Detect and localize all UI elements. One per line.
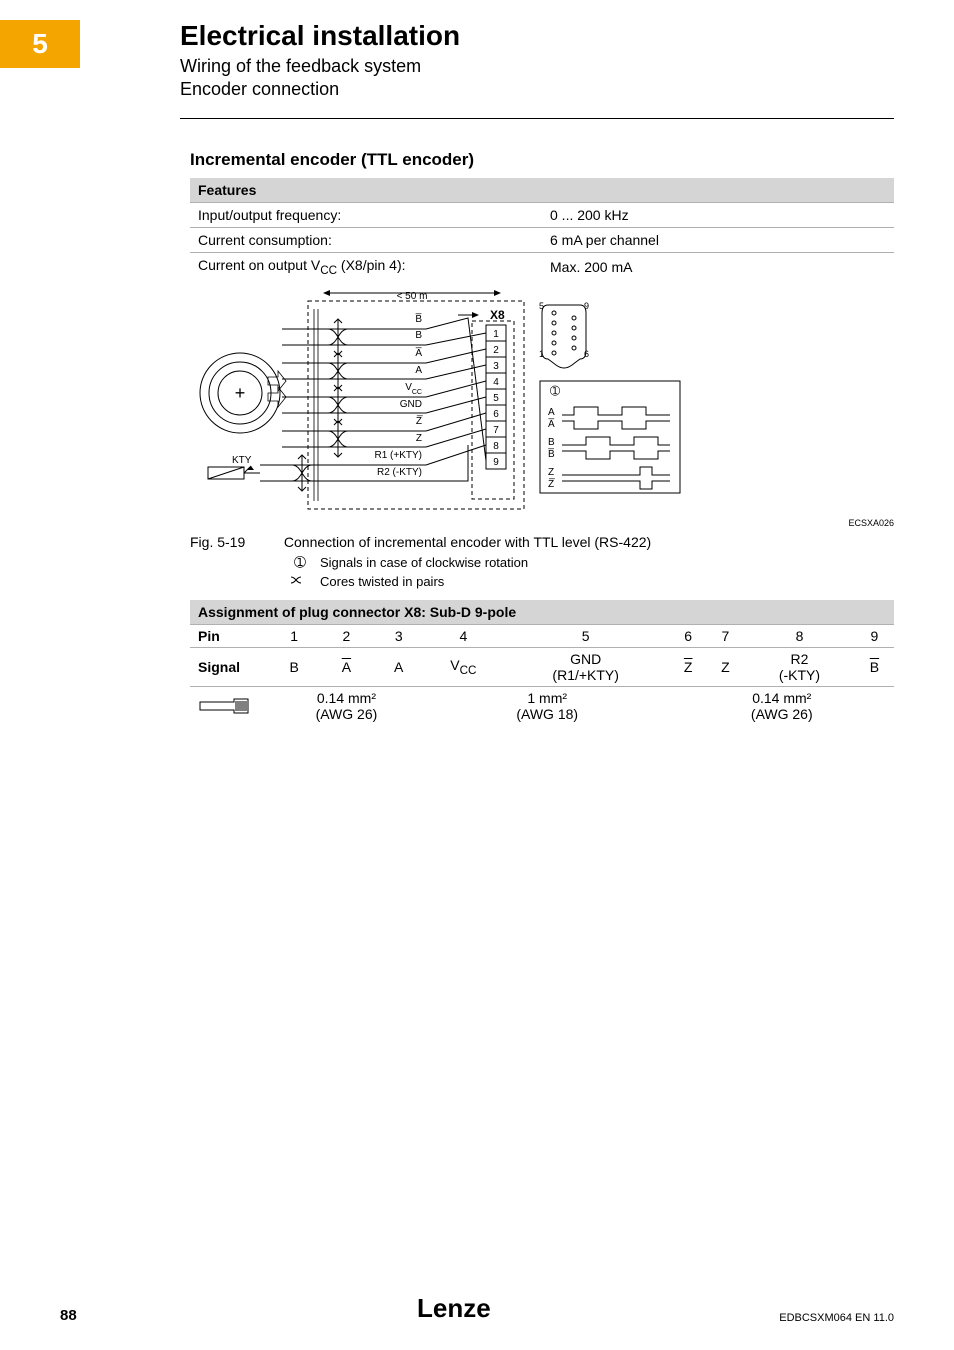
assignment-table: Assignment of plug connector X8: Sub-D 9… — [190, 600, 894, 725]
pin-cell: 9 — [855, 625, 894, 648]
kty-label: KTY — [232, 455, 252, 466]
cable-spec-cell: 0.14 mm²(AWG 26) — [670, 687, 894, 726]
feature-label: Current consumption: — [190, 228, 542, 253]
page-heading: Electrical installation Wiring of the fe… — [180, 20, 460, 100]
document-id: EDBCSXM064 EN 11.0 — [779, 1312, 894, 1324]
signal-cell: B — [855, 648, 894, 687]
signal-cell: R2(-KTY) — [744, 648, 855, 687]
figure-caption-text: Connection of incremental encoder with T… — [284, 534, 651, 550]
svg-text:9: 9 — [584, 301, 589, 311]
svg-text:A: A — [548, 407, 555, 418]
wave-marker: ➀ — [550, 384, 560, 398]
svg-text:8: 8 — [493, 441, 499, 452]
brand-logo: Lenze — [417, 1293, 537, 1328]
table-row: Input/output frequency: 0 ... 200 kHz — [190, 203, 894, 228]
svg-text:1: 1 — [493, 329, 499, 340]
page-footer: 88 Lenze EDBCSXM064 EN 11.0 — [0, 1294, 954, 1324]
svg-text:6: 6 — [584, 349, 589, 359]
feature-value: 0 ... 200 kHz — [542, 203, 894, 228]
figure-caption: Fig. 5-19 Connection of incremental enco… — [190, 534, 651, 550]
chapter-title: Electrical installation — [180, 20, 460, 52]
svg-text:Z: Z — [416, 433, 422, 444]
svg-text:Z: Z — [548, 467, 554, 478]
signal-cell: A — [373, 648, 425, 687]
legend-text-1: Signals in case of clockwise rotation — [320, 555, 528, 570]
section-title: Incremental encoder (TTL encoder) — [190, 150, 474, 170]
svg-text:Lenze: Lenze — [417, 1293, 491, 1323]
table-row: Current on output VCC (X8/pin 4): Max. 2… — [190, 253, 894, 281]
signal-cell: A — [320, 648, 372, 687]
connector-label: X8 — [490, 308, 505, 322]
feature-value: 6 mA per channel — [542, 228, 894, 253]
chapter-number-tab: 5 — [0, 20, 80, 68]
svg-text:7: 7 — [493, 425, 499, 436]
pin-cell: 7 — [707, 625, 744, 648]
features-table: Features Input/output frequency: 0 ... 2… — [190, 178, 894, 281]
signal-cell: B — [268, 648, 320, 687]
feature-label: Input/output frequency: — [190, 203, 542, 228]
svg-text:Z̅: Z̅ — [416, 415, 423, 427]
subheading-1: Wiring of the feedback system — [180, 56, 460, 77]
svg-text:3: 3 — [493, 361, 499, 372]
pin-cell: 2 — [320, 625, 372, 648]
svg-text:A̅: A̅ — [415, 347, 422, 359]
pin-cell: 6 — [670, 625, 707, 648]
signal-cell: Z — [670, 648, 707, 687]
subheading-2: Encoder connection — [180, 79, 460, 100]
cable-spec-cell: 0.14 mm²(AWG 26) — [268, 687, 425, 726]
feature-label: Current on output VCC (X8/pin 4): — [190, 253, 542, 281]
svg-text:5: 5 — [493, 393, 499, 404]
svg-text:B: B — [415, 330, 422, 341]
svg-text:6: 6 — [493, 409, 499, 420]
pin-cell: 1 — [268, 625, 320, 648]
cable-spec-cell: 1 mm²(AWG 18) — [425, 687, 670, 726]
features-header: Features — [190, 178, 894, 203]
table-row: Pin 1 2 3 4 5 6 7 8 9 — [190, 625, 894, 648]
assignment-header: Assignment of plug connector X8: Sub-D 9… — [190, 600, 894, 625]
signal-cell: GND(R1/+KTY) — [502, 648, 670, 687]
legend-symbol-1: ➀ — [290, 554, 310, 571]
table-row: 0.14 mm²(AWG 26) 1 mm²(AWG 18) 0.14 mm²(… — [190, 687, 894, 726]
svg-text:GND: GND — [400, 399, 422, 410]
svg-text:B̅: B̅ — [548, 448, 555, 460]
heading-rule — [180, 118, 894, 119]
pin-row-label: Pin — [190, 625, 268, 648]
svg-text:VCC: VCC — [405, 382, 422, 396]
feature-value: Max. 200 mA — [542, 253, 894, 281]
encoder-plus: + — [235, 383, 246, 403]
signal-cell: Z — [707, 648, 744, 687]
pin-cell: 3 — [373, 625, 425, 648]
table-row: Current consumption: 6 mA per channel — [190, 228, 894, 253]
svg-text:B: B — [548, 437, 555, 448]
cable-icon — [190, 687, 268, 726]
figure-code: ECSXA026 — [848, 518, 894, 528]
svg-text:R2 (-KTY): R2 (-KTY) — [377, 467, 422, 478]
svg-text:5: 5 — [539, 301, 544, 311]
pin-cell: 8 — [744, 625, 855, 648]
svg-text:A: A — [415, 365, 422, 376]
length-label: < 50 m — [397, 291, 428, 302]
svg-text:A̅: A̅ — [548, 418, 555, 430]
figure-legend: ➀ Signals in case of clockwise rotation … — [290, 554, 528, 591]
signal-row-label: Signal — [190, 648, 268, 687]
svg-text:2: 2 — [493, 345, 499, 356]
svg-text:9: 9 — [493, 457, 499, 468]
legend-text-2: Cores twisted in pairs — [320, 574, 444, 589]
figure-number: Fig. 5-19 — [190, 534, 280, 550]
svg-text:Z̅: Z̅ — [548, 478, 555, 490]
table-row: Signal B A A VCC GND(R1/+KTY) Z Z R2(-KT… — [190, 648, 894, 687]
svg-text:1: 1 — [539, 349, 544, 359]
signal-cell: VCC — [425, 648, 502, 687]
svg-text:B̅: B̅ — [415, 313, 422, 325]
twist-icon — [290, 573, 310, 589]
svg-text:R1 (+KTY): R1 (+KTY) — [374, 450, 422, 461]
figure-diagram: < 50 m + KTY 1 2 — [190, 285, 894, 527]
svg-text:4: 4 — [493, 377, 499, 388]
pin-cell: 4 — [425, 625, 502, 648]
page-number: 88 — [60, 1307, 77, 1324]
pin-cell: 5 — [502, 625, 670, 648]
